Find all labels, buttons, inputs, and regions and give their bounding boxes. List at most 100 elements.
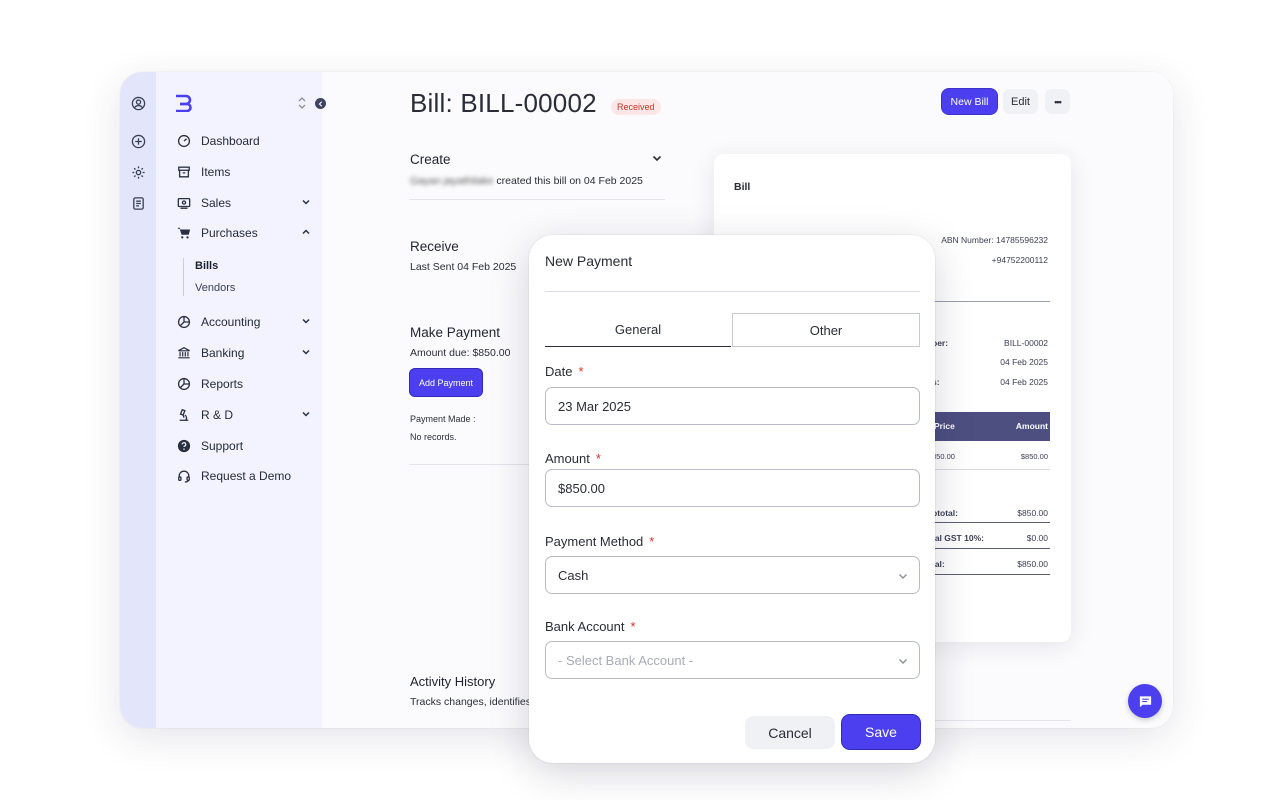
help-icon	[176, 439, 191, 454]
divider	[410, 199, 665, 200]
payment-section-title: Make Payment	[410, 325, 501, 340]
save-button[interactable]: Save	[842, 715, 920, 749]
total-value: $850.00	[1017, 559, 1048, 569]
accounting-icon	[176, 315, 191, 330]
chevron-down-icon[interactable]	[651, 152, 663, 164]
headset-icon	[176, 469, 191, 484]
bank-account-placeholder: - Select Bank Account -	[558, 652, 694, 668]
edit-button[interactable]: Edit	[1003, 89, 1038, 114]
sidebar-item-support[interactable]: Support	[176, 435, 311, 457]
due-date-value: 04 Feb 2025	[1000, 377, 1048, 387]
required-marker: *	[630, 619, 636, 634]
receive-section-title: Receive	[410, 239, 459, 254]
required-marker: *	[649, 534, 655, 549]
amount-label: Amount *	[545, 451, 601, 466]
sidebar-item-label: Dashboard	[201, 134, 260, 148]
sidebar-item-label: R & D	[201, 408, 234, 422]
bank-account-label: Bank Account *	[545, 619, 636, 634]
microscope-icon	[176, 408, 191, 423]
sales-icon	[176, 196, 191, 211]
row-price: 850.00	[932, 452, 955, 461]
new-payment-modal: New Payment General Other Date * 23 Mar 2…	[529, 235, 935, 763]
collapse-sidebar-icon[interactable]	[315, 98, 326, 109]
sidebar-item-label: Sales	[201, 196, 232, 210]
bank-account-label-text: Bank Account	[545, 619, 625, 634]
archive-icon	[176, 165, 191, 180]
subtotal-label: btotal:	[932, 508, 958, 518]
sidebar-item-label: Support	[201, 439, 244, 453]
gst-label: tal GST 10%:	[932, 533, 984, 543]
tab-general[interactable]: General	[545, 313, 731, 347]
sidebar-subitem-vendors[interactable]: Vendors	[195, 282, 235, 294]
sidebar-item-banking[interactable]: Banking	[176, 342, 311, 364]
amount-label-text: Amount	[545, 451, 590, 466]
new-bill-button[interactable]: New Bill	[942, 89, 997, 114]
cart-icon	[176, 226, 191, 241]
payment-method-value: Cash	[558, 567, 589, 583]
sidebar-item-rnd[interactable]: R & D	[176, 404, 311, 426]
dashboard-icon	[176, 134, 191, 149]
sidebar-item-purchases[interactable]: Purchases	[176, 222, 311, 244]
amount-due: Amount due: $850.00	[410, 347, 511, 359]
sidebar-item-label: Accounting	[201, 315, 261, 329]
sidebar-item-request-demo[interactable]: Request a Demo	[176, 465, 311, 487]
chevron-down-icon	[899, 574, 907, 579]
chevron-down-icon	[302, 199, 310, 205]
sidebar-item-label: Purchases	[201, 226, 258, 240]
sidebar-item-sales[interactable]: Sales	[176, 192, 311, 214]
bank-account-select[interactable]: - Select Bank Account -	[545, 641, 920, 679]
receive-description: Last Sent 04 Feb 2025	[410, 261, 517, 273]
column-header-amount: Amount	[1015, 421, 1048, 431]
sidebar-item-label: Reports	[201, 377, 244, 391]
create-section-title: Create	[410, 152, 451, 167]
create-description: Gayan jayathilake created this bill on 0…	[410, 175, 643, 187]
row-amount: $850.00	[1020, 452, 1048, 461]
column-header-price: Price	[934, 421, 955, 431]
payment-method-label: Payment Method *	[545, 534, 654, 549]
page-title: Bill: BILL-00002	[410, 88, 597, 118]
divider	[545, 291, 920, 292]
divider	[932, 469, 1050, 470]
bill-number-value: BILL-00002	[1004, 338, 1048, 348]
bank-icon	[176, 346, 191, 361]
sidebar-item-label: Banking	[201, 346, 245, 360]
bill-preview-title: Bill	[734, 181, 751, 193]
sidebar: Dashboard Items Sales Purchases Bills Ve…	[156, 72, 326, 728]
gst-value: $0.00	[1026, 533, 1048, 543]
add-circle-icon[interactable]	[128, 131, 148, 151]
date-label: Date *	[545, 364, 584, 379]
sidebar-item-label: Items	[201, 165, 231, 179]
required-marker: *	[578, 364, 584, 379]
divider	[932, 548, 1050, 549]
divider	[932, 522, 1050, 523]
more-options-icon[interactable]: •••	[1045, 89, 1070, 114]
chevron-up-icon	[302, 229, 310, 235]
amount-field[interactable]: $850.00	[545, 469, 920, 507]
profile-icon[interactable]	[128, 93, 148, 113]
activity-section-title: Activity History	[410, 674, 496, 689]
modal-title: New Payment	[545, 253, 633, 269]
chevron-down-icon	[302, 349, 310, 355]
add-payment-button[interactable]: Add Payment	[410, 369, 482, 396]
sidebar-item-items[interactable]: Items	[176, 161, 311, 183]
icon-rail	[120, 72, 156, 728]
cancel-button[interactable]: Cancel	[745, 716, 835, 749]
tab-other[interactable]: Other	[732, 313, 920, 347]
sidebar-item-accounting[interactable]: Accounting	[176, 311, 311, 333]
sidebar-subitem-bills[interactable]: Bills	[195, 260, 218, 272]
sidebar-item-label: Request a Demo	[201, 469, 292, 483]
required-marker: *	[595, 451, 601, 466]
brand-logo-icon[interactable]	[174, 94, 194, 112]
sidebar-item-reports[interactable]: Reports	[176, 373, 311, 395]
submenu-guide-line	[183, 258, 184, 296]
settings-icon[interactable]	[128, 162, 148, 182]
date-field[interactable]: 23 Mar 2025	[545, 387, 920, 425]
document-icon[interactable]	[128, 193, 148, 213]
switcher-icon[interactable]	[297, 96, 309, 110]
payment-method-select[interactable]: Cash	[545, 556, 920, 594]
divider	[932, 574, 1050, 575]
chevron-down-icon	[899, 659, 907, 664]
date-label-text: Date	[545, 364, 573, 379]
chat-icon[interactable]	[1128, 684, 1162, 718]
sidebar-item-dashboard[interactable]: Dashboard	[176, 130, 311, 152]
